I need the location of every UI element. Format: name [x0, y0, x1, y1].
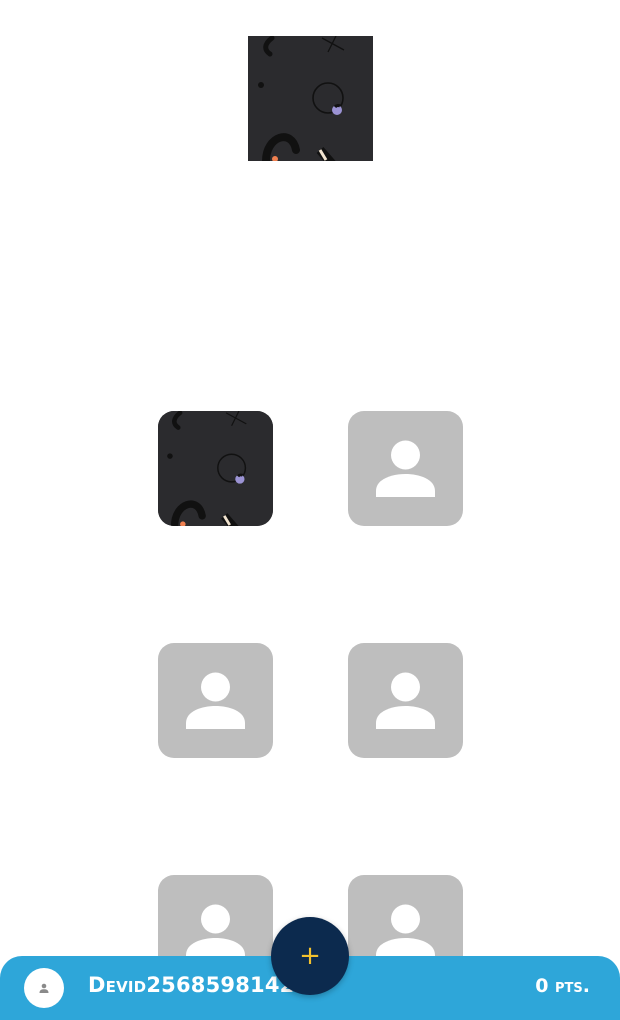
- plus-icon: +: [299, 941, 321, 971]
- avatar-slot-3[interactable]: [158, 643, 273, 758]
- person-icon: [39, 983, 49, 993]
- selected-avatar-image: [248, 36, 373, 161]
- points-label: 0 pts.: [535, 975, 590, 997]
- person-placeholder-icon: [376, 440, 435, 497]
- abstract-pattern-image: [158, 411, 273, 526]
- user-avatar[interactable]: [24, 968, 64, 1008]
- avatar-slot-2[interactable]: [348, 411, 463, 526]
- avatar-slot-4[interactable]: [348, 643, 463, 758]
- avatar-slot-1[interactable]: [158, 411, 273, 526]
- person-placeholder-icon: [186, 672, 245, 729]
- abstract-pattern-image: [248, 36, 373, 161]
- app-screen: Devid25685981424 0 pts. +: [0, 0, 620, 1020]
- person-placeholder-icon: [376, 672, 435, 729]
- add-button[interactable]: +: [271, 917, 349, 995]
